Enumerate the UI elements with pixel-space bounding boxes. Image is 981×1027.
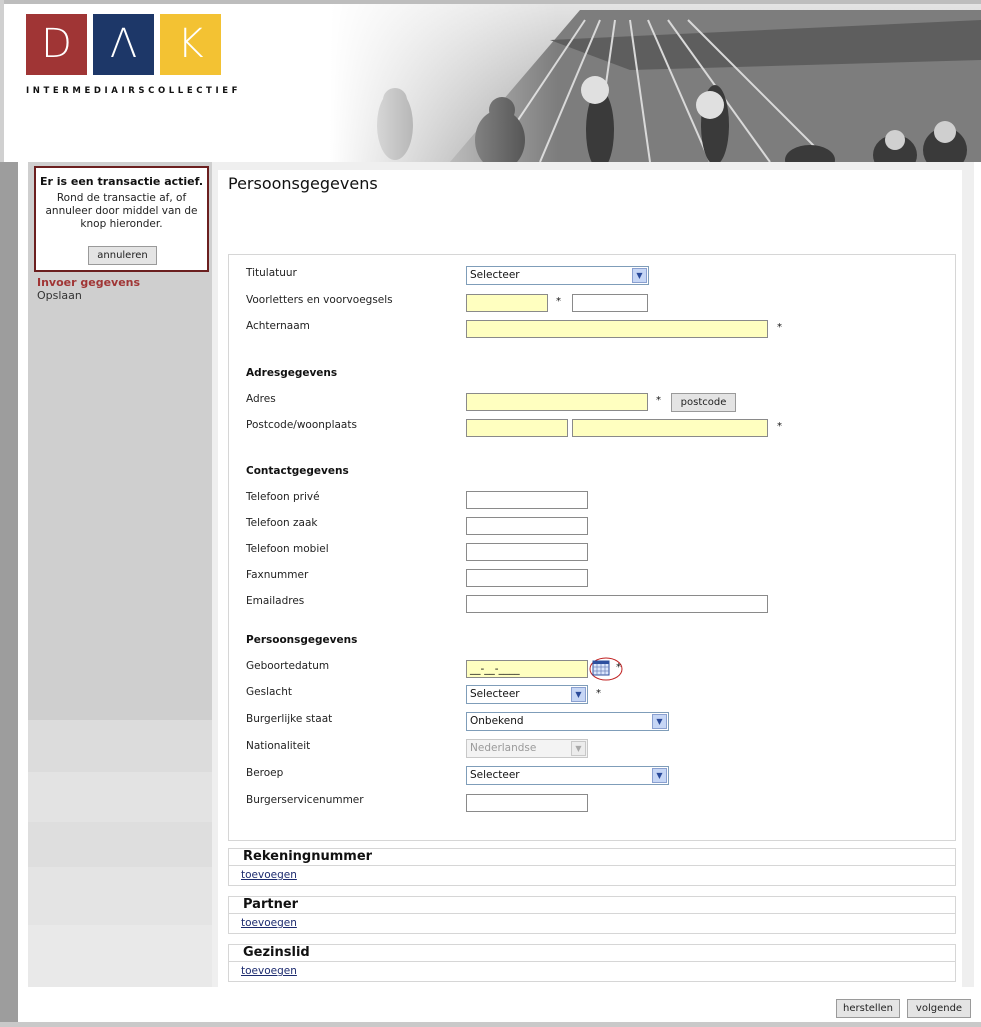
logo-letter-a: Λ <box>93 14 154 75</box>
gezinslid-title: Gezinslid <box>243 945 310 960</box>
nav-item-opslaan[interactable]: Opslaan <box>37 289 82 302</box>
rekeningnummer-section: Rekeningnummer <box>228 848 956 866</box>
gender-value: Selecteer <box>470 688 520 700</box>
sidebar-band <box>28 867 212 925</box>
lastname-input[interactable] <box>466 320 768 338</box>
partner-body: toevoegen <box>228 914 956 934</box>
email-input[interactable] <box>466 595 768 613</box>
marital-status-value: Onbekend <box>470 715 524 727</box>
fax-input[interactable] <box>466 569 588 587</box>
phone-business-input[interactable] <box>466 517 588 535</box>
rekeningnummer-add-link[interactable]: toevoegen <box>241 869 297 881</box>
city-input[interactable] <box>572 419 768 437</box>
transaction-alert: Er is een transactie actief. Rond de tra… <box>34 166 209 272</box>
tel-zaak-label: Telefoon zaak <box>246 517 318 529</box>
logo-letter-k: K <box>160 14 221 75</box>
alert-title: Er is een transactie actief. <box>39 175 204 188</box>
header-top-border <box>0 0 981 4</box>
phone-mobile-input[interactable] <box>466 543 588 561</box>
sidebar-band <box>28 925 212 987</box>
bsn-input[interactable] <box>466 794 588 812</box>
rekeningnummer-title: Rekeningnummer <box>243 849 373 864</box>
burgerlijke-staat-label: Burgerlijke staat <box>246 713 333 725</box>
address-section-heading: Adresgegevens <box>246 367 338 379</box>
gezinslid-body: toevoegen <box>228 962 956 982</box>
nationaliteit-label: Nationaliteit <box>246 740 311 752</box>
chevron-down-icon: ▼ <box>571 741 586 756</box>
occupation-value: Selecteer <box>470 769 520 781</box>
gezinslid-section: Gezinslid <box>228 944 956 962</box>
chevron-down-icon: ▼ <box>652 768 667 783</box>
phone-private-input[interactable] <box>466 491 588 509</box>
titulatuur-label: Titulatuur <box>246 267 297 279</box>
email-label: Emailadres <box>246 595 305 607</box>
chevron-down-icon: ▼ <box>632 268 647 283</box>
chevron-down-icon: ▼ <box>571 687 586 702</box>
voorletters-label: Voorletters en voorvoegsels <box>246 294 393 306</box>
prefix-input[interactable] <box>572 294 648 312</box>
person-section-heading: Persoonsgegevens <box>246 634 358 646</box>
personal-data-form <box>228 254 956 841</box>
beroep-label: Beroep <box>246 767 284 779</box>
partner-add-link[interactable]: toevoegen <box>241 917 297 929</box>
logo-letter-d: D <box>26 14 87 75</box>
next-button[interactable]: volgende <box>907 999 971 1018</box>
sidebar-band <box>28 822 212 867</box>
birthdate-input[interactable]: __-__-____ <box>466 660 588 678</box>
right-margin <box>974 162 981 987</box>
postcode-label: Postcode/woonplaats <box>246 419 357 431</box>
bottom-edge <box>0 1022 981 1027</box>
partner-section: Partner <box>228 896 956 914</box>
tel-mobiel-label: Telefoon mobiel <box>246 543 329 555</box>
partner-title: Partner <box>243 897 299 912</box>
gender-select[interactable]: Selecteer ▼ <box>466 685 588 704</box>
postcode-input[interactable] <box>466 419 568 437</box>
reset-button[interactable]: herstellen <box>836 999 900 1018</box>
header-athletes-photo <box>330 0 981 162</box>
required-star: * <box>656 395 661 406</box>
sidebar-band <box>28 720 212 772</box>
logo-subtitle: INTERMEDIAIRSCOLLECTIEF <box>26 86 242 96</box>
contact-section-heading: Contactgegevens <box>246 465 349 477</box>
achternaam-label: Achternaam <box>246 320 310 332</box>
nationality-value: Nederlandse <box>470 742 537 754</box>
chevron-down-icon: ▼ <box>652 714 667 729</box>
gezinslid-add-link[interactable]: toevoegen <box>241 965 297 977</box>
required-star: * <box>616 662 621 673</box>
occupation-select[interactable]: Selecteer ▼ <box>466 766 669 785</box>
postcode-button[interactable]: postcode <box>671 393 736 412</box>
nationality-select: Nederlandse ▼ <box>466 739 588 758</box>
initials-input[interactable] <box>466 294 548 312</box>
page-title: Persoonsgegevens <box>228 174 378 193</box>
geslacht-label: Geslacht <box>246 686 292 698</box>
fax-label: Faxnummer <box>246 569 309 581</box>
cancel-button[interactable]: annuleren <box>88 246 157 265</box>
header: D Λ K INTERMEDIAIRSCOLLECTIEF <box>0 0 981 162</box>
sidebar-band <box>28 772 212 822</box>
adres-label: Adres <box>246 393 276 405</box>
alert-text: Rond de transactie af, of annuleer door … <box>45 192 198 230</box>
window-left-edge <box>0 0 4 162</box>
bsn-label: Burgerservicenummer <box>246 794 364 806</box>
required-star: * <box>556 296 561 307</box>
required-star: * <box>596 688 601 699</box>
required-star: * <box>777 322 782 333</box>
nav-item-invoer-gegevens[interactable]: Invoer gegevens <box>37 276 140 289</box>
left-gap <box>18 162 28 1022</box>
required-star: * <box>777 421 782 432</box>
tel-prive-label: Telefoon privé <box>246 491 320 503</box>
geboortedatum-label: Geboortedatum <box>246 660 330 672</box>
birthdate-mask: __-__-____ <box>470 663 520 675</box>
address-input[interactable] <box>466 393 648 411</box>
rekeningnummer-body: toevoegen <box>228 866 956 886</box>
titulatuur-select[interactable]: Selecteer ▼ <box>466 266 649 285</box>
titulatuur-value: Selecteer <box>470 269 520 281</box>
left-edge-bar <box>0 162 18 1022</box>
marital-status-select[interactable]: Onbekend ▼ <box>466 712 669 731</box>
